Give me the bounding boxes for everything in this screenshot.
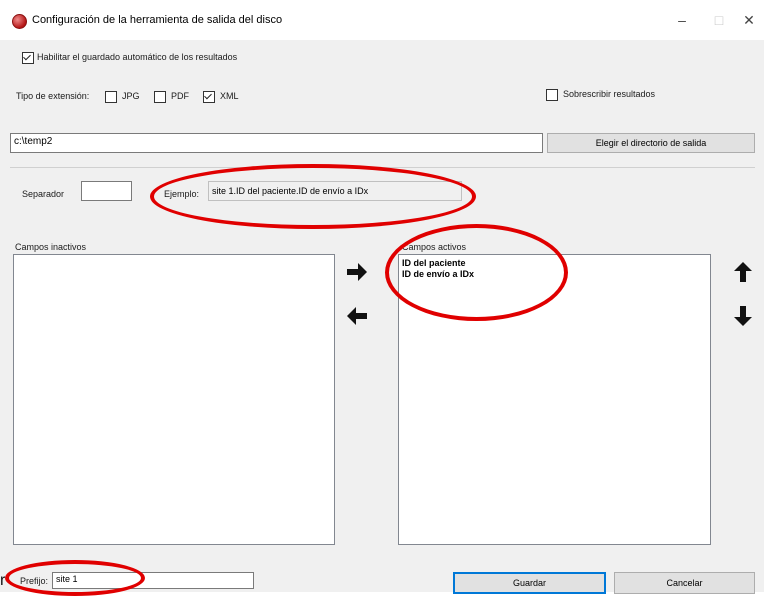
xml-label: XML [220, 91, 239, 101]
jpg-label: JPG [122, 91, 140, 101]
extension-label: Tipo de extensión: [16, 91, 90, 101]
save-button[interactable]: Guardar [453, 572, 606, 594]
window-title: Configuración de la herramienta de salid… [32, 14, 283, 26]
overwrite-label: Sobrescribir resultados [563, 89, 656, 99]
inactive-fields-label: Campos inactivos [15, 242, 87, 252]
separator-line [10, 167, 755, 168]
dialog-window: Configuración de la herramienta de salid… [0, 0, 764, 596]
arrow-right-icon[interactable] [344, 259, 370, 285]
prefix-label: Prefijo: [20, 576, 49, 586]
autosave-label: Habilitar el guardado automático de los … [37, 52, 238, 62]
minimize-button[interactable]: – [667, 9, 697, 31]
choose-directory-button[interactable]: Elegir el directorio de salida [547, 133, 755, 153]
active-fields-list[interactable]: ID del paciente ID de envío a IDx [398, 254, 711, 545]
title-bar: Configuración de la herramienta de salid… [0, 0, 764, 40]
prefix-input[interactable]: site 1 [52, 572, 254, 589]
close-button[interactable]: ✕ [734, 9, 764, 31]
arrow-up-icon[interactable] [730, 259, 756, 285]
jpg-checkbox[interactable] [105, 91, 117, 103]
separator-input[interactable] [81, 181, 132, 201]
app-icon [12, 14, 27, 29]
inactive-fields-list[interactable] [13, 254, 335, 545]
overwrite-checkbox[interactable] [546, 89, 558, 101]
example-label: Ejemplo: [164, 189, 200, 199]
arrow-left-icon[interactable] [344, 303, 370, 329]
cancel-button[interactable]: Cancelar [614, 572, 755, 594]
maximize-button[interactable]: □ [704, 9, 734, 31]
arrow-down-icon[interactable] [730, 303, 756, 329]
separator-label: Separador [22, 189, 65, 199]
pdf-checkbox[interactable] [154, 91, 166, 103]
xml-checkbox[interactable] [203, 91, 215, 103]
active-fields-label: Campos activos [402, 242, 467, 252]
example-value: site 1.ID del paciente.ID de envío a IDx [208, 181, 462, 201]
output-directory-input[interactable]: c:\temp2 [10, 133, 543, 153]
list-item[interactable]: ID del paciente [399, 258, 710, 269]
cropped-text-fragment: r [0, 572, 6, 589]
autosave-checkbox[interactable] [22, 52, 34, 64]
list-item[interactable]: ID de envío a IDx [399, 269, 710, 280]
pdf-label: PDF [171, 91, 189, 101]
